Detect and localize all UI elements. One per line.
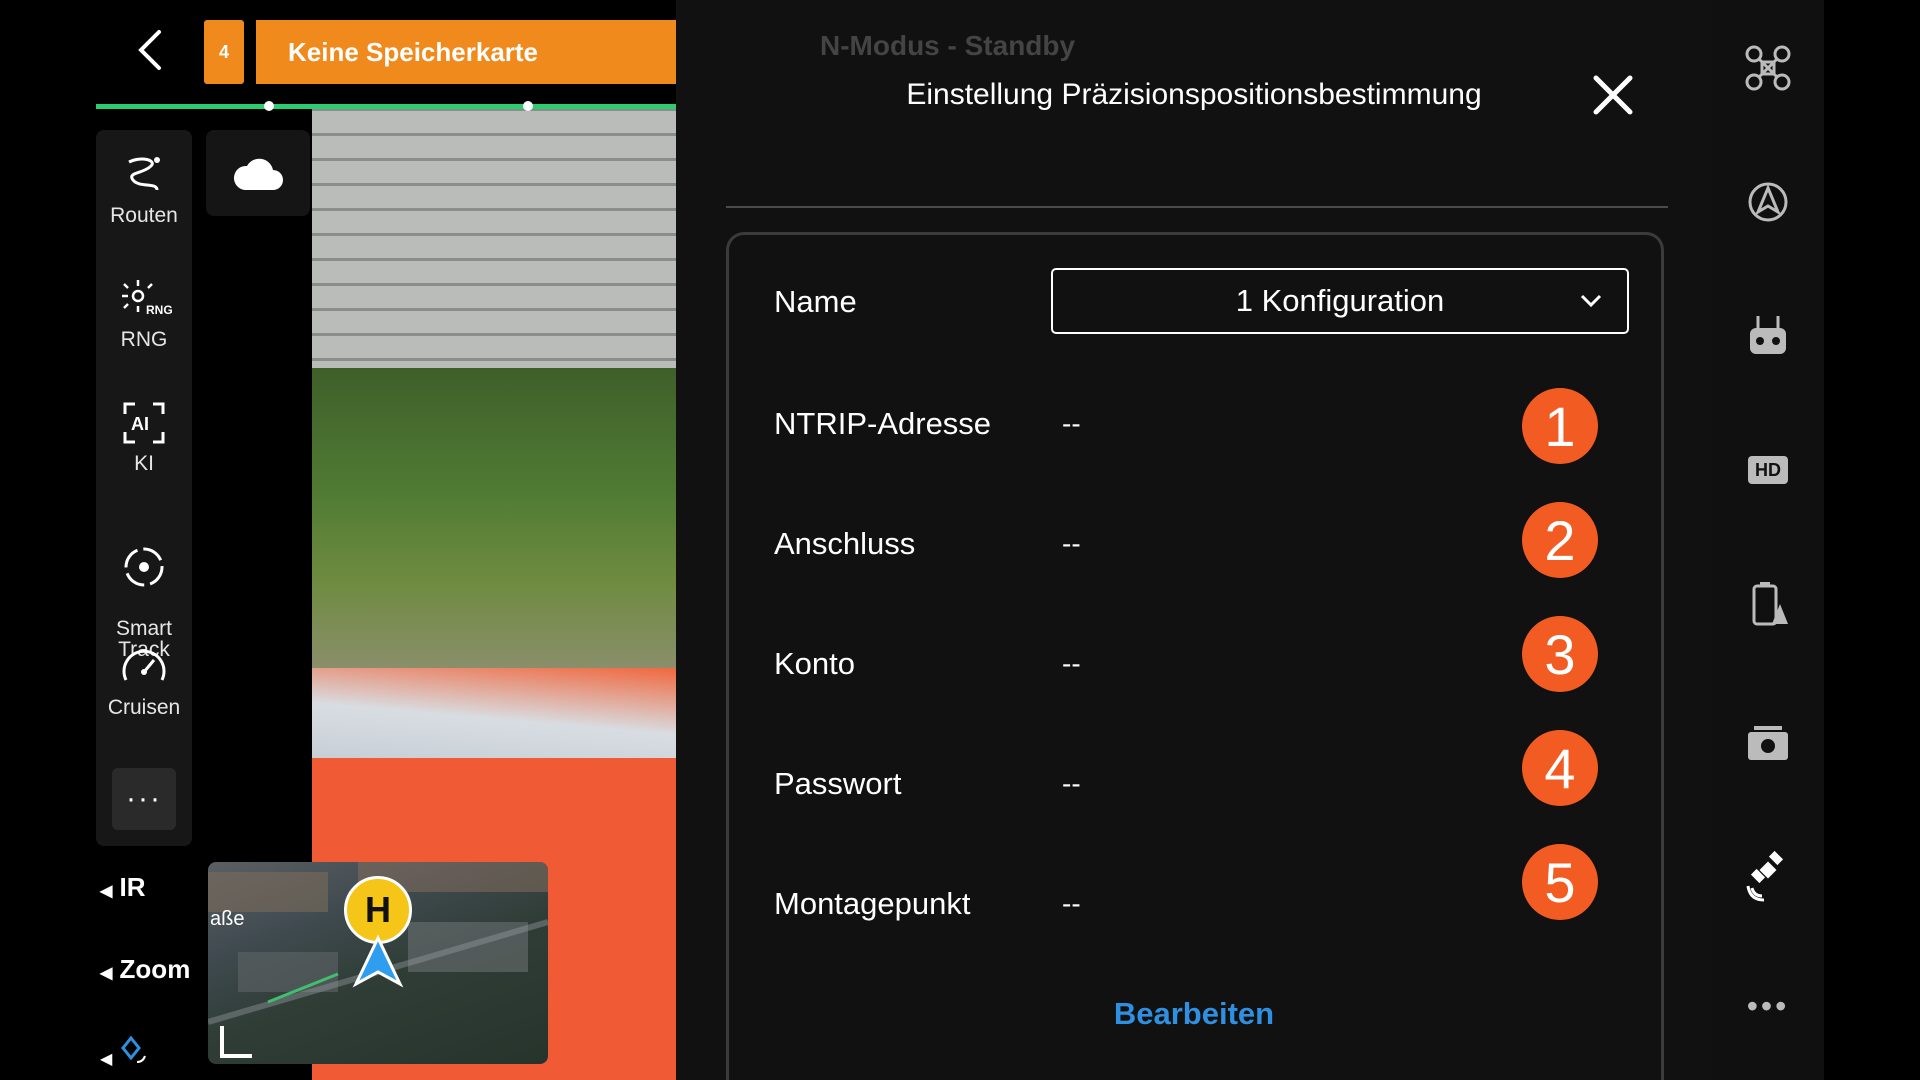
rail-item-ki[interactable]: AI KI	[96, 400, 192, 476]
rtk-button[interactable]	[1740, 848, 1796, 904]
gimbal-toggle[interactable]: ◀	[100, 1034, 153, 1069]
rail-item-label: KI	[134, 452, 154, 475]
chevron-left-icon	[138, 30, 161, 70]
cloud-icon	[233, 158, 283, 190]
title-divider	[726, 206, 1668, 208]
aircraft-settings-button[interactable]	[1740, 40, 1796, 96]
chevron-down-icon	[1580, 294, 1602, 308]
camera-icon	[1748, 726, 1788, 760]
rail-more-button[interactable]: ···	[112, 768, 176, 830]
rail-item-routen[interactable]: Routen	[96, 152, 192, 228]
battery-button[interactable]	[1740, 576, 1796, 632]
video-transmission-button[interactable]: HD	[1740, 444, 1796, 500]
configuration-select[interactable]: 1 Konfiguration	[1051, 268, 1629, 334]
rail-item-label: Cruisen	[107, 696, 181, 719]
flight-mode-button[interactable]	[1740, 174, 1796, 230]
storage-warning-banner[interactable]: Keine Speicherkarte	[256, 20, 676, 84]
speedometer-icon	[122, 649, 166, 681]
remote-controller-icon	[1750, 316, 1786, 354]
edit-button[interactable]: Bearbeiten	[676, 996, 1712, 1032]
rail-item-label: RNG	[120, 328, 168, 351]
flight-mode-icon	[1748, 182, 1788, 222]
map-street-label: aße	[210, 908, 245, 930]
back-button[interactable]	[130, 28, 170, 74]
rail-item-rng[interactable]: RNG RNG	[96, 276, 192, 352]
rng-icon: RNG	[122, 280, 172, 317]
aircraft-position-icon	[352, 934, 404, 988]
mountpoint-label: Montagepunkt	[774, 886, 971, 921]
password-value: --	[1062, 768, 1081, 799]
close-button[interactable]	[1588, 70, 1638, 120]
map-expand-icon	[220, 1026, 252, 1058]
minimap[interactable]: aße H	[208, 862, 548, 1064]
account-label: Konto	[774, 646, 856, 681]
notification-count-badge[interactable]: 4	[204, 20, 244, 84]
svg-text:AI: AI	[131, 414, 149, 434]
port-label: Anschluss	[774, 526, 916, 561]
drone-icon	[1745, 45, 1791, 91]
left-tool-rail	[96, 130, 192, 846]
hd-icon: HD	[1748, 456, 1788, 484]
progress-marker	[264, 101, 274, 111]
road-stripe	[312, 668, 676, 758]
brick-wall	[312, 108, 676, 408]
ai-icon: AI	[123, 402, 165, 444]
annotation-marker-2: 2	[1522, 502, 1598, 578]
name-label: Name	[774, 284, 857, 319]
camera-settings-button[interactable]	[1740, 716, 1796, 772]
satellite-icon	[1746, 850, 1784, 902]
rail-item-smart-track[interactable]: Smart Track	[96, 522, 192, 660]
port-value: --	[1062, 528, 1081, 559]
more-icon: •••	[1746, 988, 1790, 1024]
smart-track-icon	[124, 547, 164, 587]
ntrip-address-value: --	[1062, 408, 1081, 439]
more-settings-button[interactable]: •••	[1740, 988, 1796, 1044]
rail-item-cruisen[interactable]: Cruisen	[96, 644, 192, 720]
grass-area	[312, 368, 676, 668]
account-value: --	[1062, 648, 1081, 679]
caret-left-icon: ◀	[100, 883, 113, 900]
route-icon	[128, 157, 160, 191]
dialog-title: Einstellung Präzisionspositionsbestimmun…	[906, 78, 1482, 111]
gimbal-diamond-icon	[120, 1035, 146, 1063]
password-label: Passwort	[774, 766, 902, 801]
caret-left-icon: ◀	[100, 1051, 113, 1068]
annotation-marker-1: 1	[1522, 388, 1598, 464]
annotation-marker-3: 3	[1522, 616, 1598, 692]
caret-left-icon: ◀	[100, 965, 113, 982]
ir-label: IR	[119, 872, 146, 902]
configuration-select-value: 1 Konfiguration	[1235, 283, 1445, 318]
zoom-label: Zoom	[119, 954, 191, 984]
annotation-marker-5: 5	[1522, 844, 1598, 920]
annotation-marker-4: 4	[1522, 730, 1598, 806]
cloud-button[interactable]	[206, 130, 310, 216]
zoom-toggle[interactable]: ◀ Zoom	[100, 954, 190, 985]
close-icon	[1593, 75, 1633, 115]
mountpoint-value: --	[1062, 888, 1081, 919]
battery-alert-icon	[1752, 582, 1788, 626]
background-status-text: N-Modus - Standby	[820, 30, 1076, 61]
storage-warning-text: Keine Speicherkarte	[288, 36, 539, 67]
progress-marker	[523, 101, 533, 111]
rail-item-label: Routen	[110, 204, 178, 227]
remote-controller-button[interactable]	[1740, 310, 1796, 366]
ntrip-address-label: NTRIP-Adresse	[774, 406, 992, 441]
ir-toggle[interactable]: ◀ IR	[100, 872, 146, 903]
right-tool-rail	[1712, 0, 1824, 1080]
svg-text:RNG: RNG	[146, 303, 172, 317]
progress-line	[96, 104, 676, 109]
